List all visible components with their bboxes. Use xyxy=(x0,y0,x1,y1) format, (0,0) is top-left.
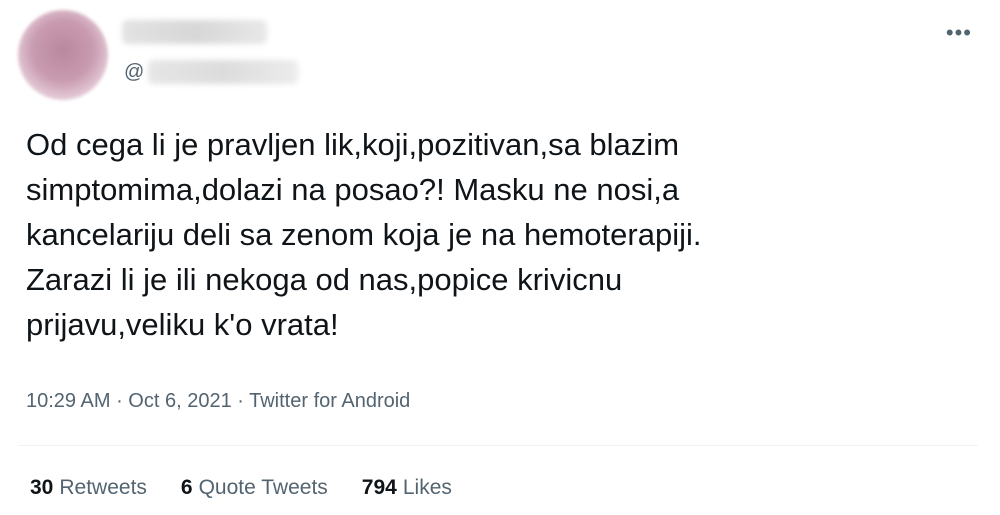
meta-separator: · xyxy=(110,390,129,412)
likes-label: Likes xyxy=(402,476,452,499)
handle-prefix: @ xyxy=(124,60,145,83)
handle-redacted[interactable] xyxy=(148,60,299,84)
engagement-stats: 30 Retweets 6 Quote Tweets 794 Likes xyxy=(30,476,452,500)
avatar[interactable] xyxy=(18,10,108,100)
retweets-count: 30 xyxy=(30,476,54,499)
quote-tweets-stat[interactable]: 6 Quote Tweets xyxy=(181,476,328,500)
tweet-metadata: 10:29 AM · Oct 6, 2021 · Twitter for And… xyxy=(26,390,410,413)
handle-row: @ xyxy=(124,58,299,86)
divider xyxy=(18,445,978,446)
likes-stat[interactable]: 794 Likes xyxy=(362,476,452,500)
more-options-icon[interactable]: ••• xyxy=(946,22,972,44)
display-name-redacted[interactable] xyxy=(122,20,267,44)
retweets-label: Retweets xyxy=(59,476,147,499)
tweet-text: Od cega li je pravljen lik,koji,pozitiva… xyxy=(26,127,702,342)
tweet-source[interactable]: Twitter for Android xyxy=(249,390,410,412)
tweet-date[interactable]: Oct 6, 2021 xyxy=(128,390,231,412)
meta-separator: · xyxy=(231,390,250,412)
quote-tweets-count: 6 xyxy=(180,476,193,499)
tweet-card: @ ••• Od cega li je pravljen lik,koji,po… xyxy=(0,0,1000,515)
quote-tweets-label: Quote Tweets xyxy=(198,476,328,499)
retweets-stat[interactable]: 30 Retweets xyxy=(30,476,147,500)
likes-count: 794 xyxy=(361,476,397,499)
tweet-time[interactable]: 10:29 AM xyxy=(26,390,111,412)
